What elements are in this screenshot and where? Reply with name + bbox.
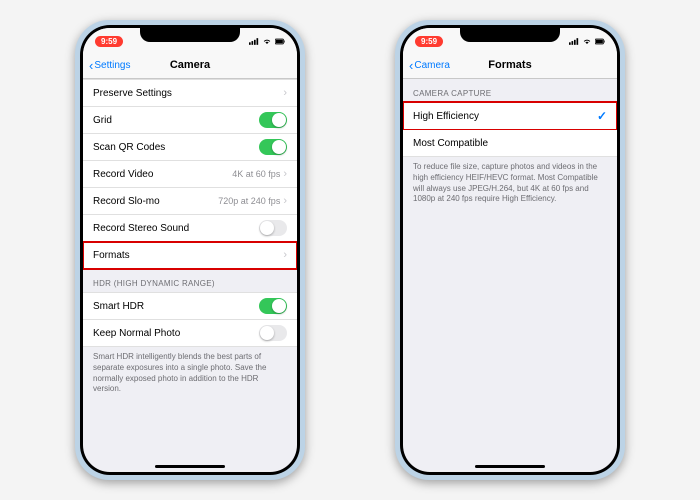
row-most-compatible[interactable]: Most Compatible (403, 130, 617, 157)
chevron-right-icon: › (283, 195, 287, 207)
row-keep-normal[interactable]: Keep Normal Photo (83, 320, 297, 347)
cellular-icon (249, 38, 259, 45)
group-general: Preserve Settings › Grid Scan QR Codes R… (83, 79, 297, 269)
section-footer-capture: To reduce file size, capture photos and … (403, 157, 617, 213)
nav-bar: ‹ Settings Camera (83, 52, 297, 79)
section-header-capture: CAMERA CAPTURE (403, 79, 617, 102)
bezel: 9:59 ‹ Camera Formats CAMERA CAPTURE (400, 25, 620, 475)
toggle-keep-normal[interactable] (259, 325, 287, 341)
chevron-right-icon: › (283, 168, 287, 180)
battery-icon (595, 38, 605, 45)
checkmark-icon: ✓ (597, 109, 607, 123)
battery-icon (275, 38, 285, 45)
row-label: Preserve Settings (93, 88, 172, 99)
row-preserve-settings[interactable]: Preserve Settings › (83, 79, 297, 107)
chevron-left-icon: ‹ (89, 59, 93, 72)
row-label: Grid (93, 115, 112, 126)
status-icons (569, 38, 605, 45)
row-grid[interactable]: Grid (83, 107, 297, 134)
chevron-right-icon: › (283, 87, 287, 99)
nav-bar: ‹ Camera Formats (403, 52, 617, 79)
row-record-video[interactable]: Record Video 4K at 60 fps› (83, 161, 297, 188)
back-label: Settings (94, 60, 130, 71)
row-smart-hdr[interactable]: Smart HDR (83, 292, 297, 320)
back-button[interactable]: ‹ Camera (409, 59, 450, 72)
row-detail: 720p at 240 fps (218, 196, 280, 206)
home-indicator[interactable] (475, 465, 545, 468)
toggle-smart-hdr[interactable] (259, 298, 287, 314)
row-label: Scan QR Codes (93, 142, 165, 153)
chevron-right-icon: › (283, 249, 287, 261)
row-detail: 4K at 60 fps (232, 169, 280, 179)
wifi-icon (582, 38, 592, 45)
row-label: High Efficiency (413, 111, 479, 122)
phone-left: 9:59 ‹ Settings Camera Preserve Settings (75, 20, 305, 480)
toggle-grid[interactable] (259, 112, 287, 128)
home-indicator[interactable] (155, 465, 225, 468)
notch (140, 28, 240, 42)
notch (460, 28, 560, 42)
back-label: Camera (414, 60, 450, 71)
toggle-qr[interactable] (259, 139, 287, 155)
row-record-slomo[interactable]: Record Slo-mo 720p at 240 fps› (83, 188, 297, 215)
section-footer-hdr: Smart HDR intelligently blends the best … (83, 347, 297, 403)
status-icons (249, 38, 285, 45)
bezel: 9:59 ‹ Settings Camera Preserve Settings (80, 25, 300, 475)
status-time-pill: 9:59 (415, 36, 443, 47)
back-button[interactable]: ‹ Settings (89, 59, 130, 72)
row-stereo-sound[interactable]: Record Stereo Sound (83, 215, 297, 242)
group-capture: High Efficiency ✓ Most Compatible (403, 102, 617, 157)
screen-formats: 9:59 ‹ Camera Formats CAMERA CAPTURE (403, 28, 617, 472)
wifi-icon (262, 38, 272, 45)
row-high-efficiency[interactable]: High Efficiency ✓ (403, 102, 617, 130)
row-label: Keep Normal Photo (93, 328, 180, 339)
chevron-left-icon: ‹ (409, 59, 413, 72)
phone-right: 9:59 ‹ Camera Formats CAMERA CAPTURE (395, 20, 625, 480)
row-label: Smart HDR (93, 301, 144, 312)
group-hdr: Smart HDR Keep Normal Photo (83, 292, 297, 347)
row-label: Record Stereo Sound (93, 223, 189, 234)
screen-camera-settings: 9:59 ‹ Settings Camera Preserve Settings (83, 28, 297, 472)
toggle-stereo[interactable] (259, 220, 287, 236)
settings-list: Preserve Settings › Grid Scan QR Codes R… (83, 79, 297, 423)
formats-list: CAMERA CAPTURE High Efficiency ✓ Most Co… (403, 79, 617, 213)
row-label: Most Compatible (413, 138, 488, 149)
status-time-pill: 9:59 (95, 36, 123, 47)
row-label: Record Video (93, 169, 153, 180)
row-label: Record Slo-mo (93, 196, 160, 207)
row-formats[interactable]: Formats › (83, 242, 297, 269)
row-scan-qr[interactable]: Scan QR Codes (83, 134, 297, 161)
row-label: Formats (93, 250, 130, 261)
section-header-hdr: HDR (HIGH DYNAMIC RANGE) (83, 269, 297, 292)
cellular-icon (569, 38, 579, 45)
